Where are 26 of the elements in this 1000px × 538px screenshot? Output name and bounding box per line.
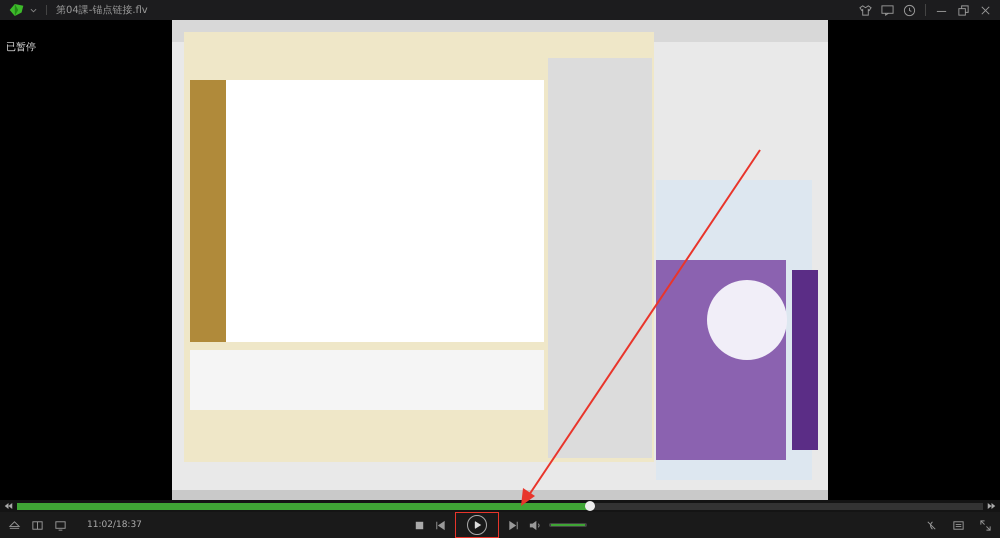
shirt-icon[interactable] bbox=[859, 4, 872, 16]
play-icon bbox=[467, 515, 487, 535]
previous-icon[interactable] bbox=[434, 518, 447, 532]
logo-icon[interactable] bbox=[8, 3, 25, 17]
volume-slider[interactable] bbox=[549, 523, 587, 527]
screen-icon[interactable] bbox=[54, 518, 67, 532]
panel-icon[interactable] bbox=[31, 518, 44, 532]
list-icon[interactable] bbox=[952, 518, 965, 532]
next-icon[interactable] bbox=[507, 518, 520, 532]
volume-icon[interactable] bbox=[528, 518, 541, 532]
play-button[interactable] bbox=[455, 512, 499, 538]
progress-thumb[interactable] bbox=[584, 500, 595, 510]
video-title: 第04課-锚点链接.flv bbox=[56, 4, 148, 17]
clock-icon[interactable] bbox=[903, 4, 916, 16]
time-display: 11:02/18:37 bbox=[87, 520, 142, 530]
close-icon[interactable] bbox=[979, 4, 992, 16]
restore-icon[interactable] bbox=[957, 4, 970, 16]
progress-track[interactable] bbox=[17, 502, 983, 510]
message-icon[interactable] bbox=[881, 4, 894, 16]
status-label: 已暂停 bbox=[6, 40, 36, 54]
eject-icon[interactable] bbox=[8, 518, 21, 532]
forward-icon[interactable] bbox=[987, 502, 996, 510]
audio-icon[interactable] bbox=[925, 518, 938, 532]
dropdown-icon[interactable] bbox=[30, 8, 37, 12]
fullscreen-icon[interactable] bbox=[979, 518, 992, 532]
rewind-icon[interactable] bbox=[4, 502, 13, 510]
